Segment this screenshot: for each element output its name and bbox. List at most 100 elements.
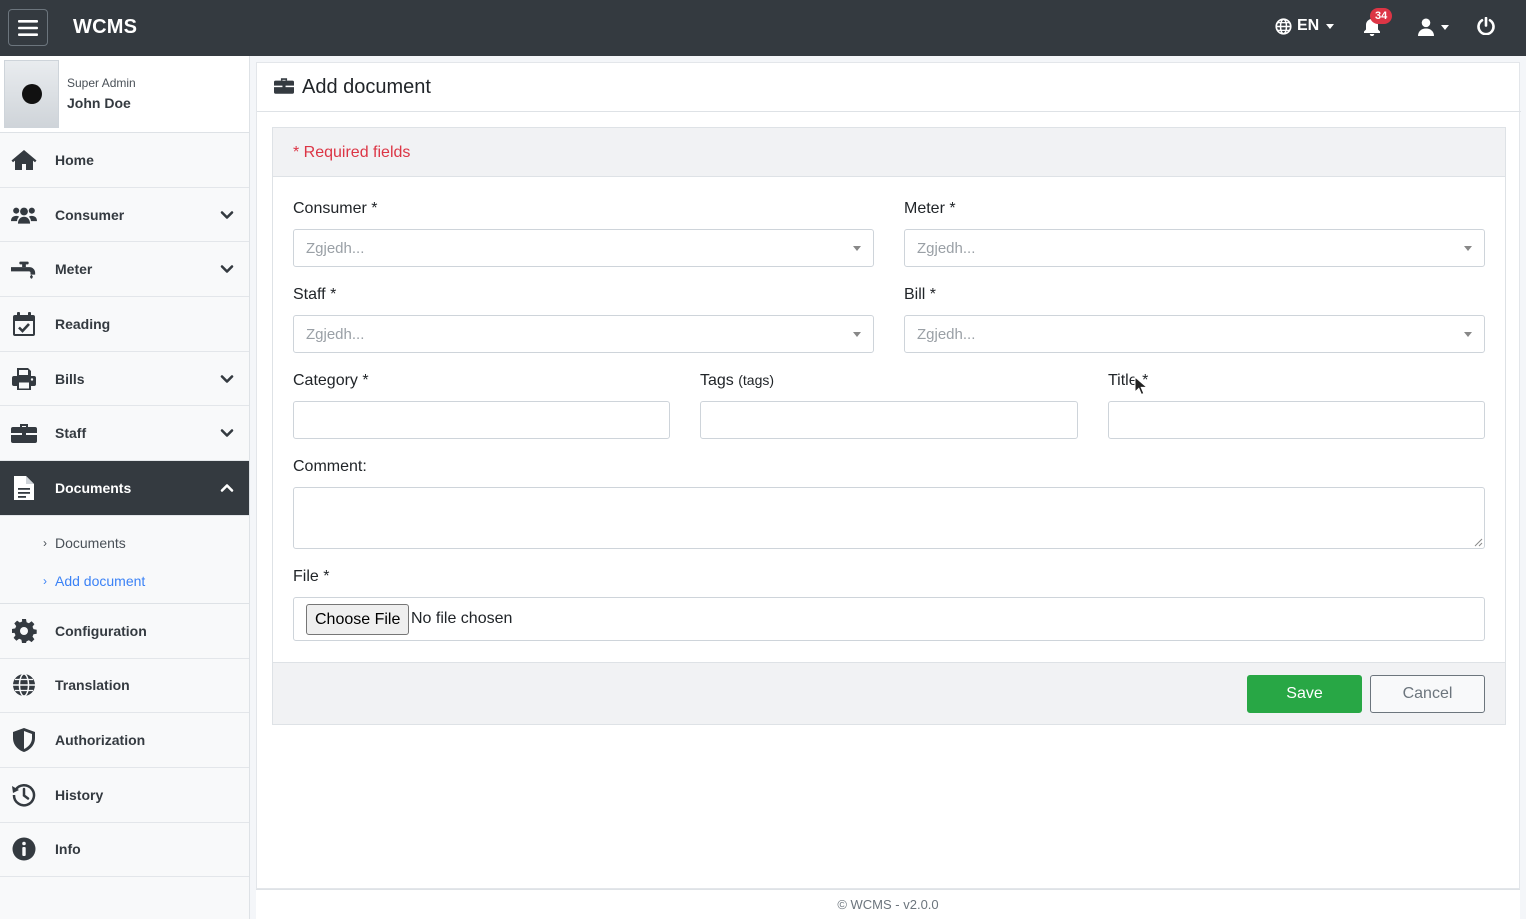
sidebar-item-label: History — [55, 786, 104, 803]
sidebar-item-label: Staff — [55, 425, 87, 442]
file-input[interactable]: Choose File No file chosen — [293, 597, 1485, 641]
tags-label-text: Tags — [700, 372, 734, 389]
bill-select-placeholder: Zgjedh... — [917, 326, 976, 343]
caret-down-icon — [1464, 246, 1472, 251]
top-navbar: WCMS EN 34 — [0, 0, 1526, 56]
file-icon — [14, 475, 34, 500]
sidebar-item-label: Documents — [55, 479, 132, 496]
power-icon — [1477, 16, 1495, 36]
globe-icon — [13, 673, 35, 698]
sidebar-item-label: Authorization — [55, 732, 146, 749]
sidebar-subitem-label: Documents — [55, 534, 126, 551]
choose-file-button[interactable]: Choose File — [306, 604, 410, 635]
hamburger-icon — [18, 19, 38, 36]
meter-select[interactable]: Zgjedh... — [904, 229, 1485, 267]
notification-count-badge: 34 — [1370, 8, 1393, 24]
comment-textarea[interactable] — [293, 487, 1485, 549]
sidebar-item-history[interactable]: History — [0, 768, 249, 823]
category-input[interactable] — [293, 401, 670, 439]
sidebar-item-label: Home — [55, 151, 94, 168]
sidebar-item-home[interactable]: Home — [0, 133, 249, 188]
info-icon — [12, 837, 36, 861]
staff-select[interactable]: Zgjedh... — [293, 315, 874, 353]
form-header: * Required fields — [273, 128, 1505, 177]
page-title: Add document — [302, 76, 431, 98]
resize-grip-icon[interactable] — [1474, 538, 1483, 547]
consumer-select[interactable]: Zgjedh... — [293, 229, 874, 267]
shield-icon — [13, 728, 35, 753]
chevron-right-icon: › — [43, 573, 47, 588]
sidebar-item-label: Translation — [55, 677, 130, 694]
sidebar-subitem-label: Add document — [55, 572, 146, 589]
user-menu-button[interactable] — [1418, 18, 1449, 36]
page-header: Add document — [257, 63, 1521, 112]
comment-label: Comment: — [293, 458, 367, 475]
sidebar-item-translation[interactable]: Translation — [0, 659, 249, 714]
sidebar-item-label: Bills — [55, 370, 85, 387]
sidebar-item-authorization[interactable]: Authorization — [0, 713, 249, 768]
language-selector[interactable]: EN — [1275, 17, 1335, 35]
chevron-down-icon — [220, 374, 234, 383]
sidebar-item-info[interactable]: Info — [0, 823, 249, 878]
save-button[interactable]: Save — [1247, 675, 1362, 713]
bill-label: Bill * — [904, 286, 937, 303]
brand-logo[interactable]: WCMS — [73, 16, 137, 39]
sidebar-item-documents[interactable]: Documents — [0, 461, 249, 516]
sidebar-item-label: Consumer — [55, 206, 125, 223]
required-fields-note: * Required fields — [293, 144, 411, 161]
title-input[interactable] — [1108, 401, 1485, 439]
sidebar-item-configuration[interactable]: Configuration — [0, 604, 249, 659]
avatar — [4, 60, 59, 128]
page-footer: © WCMS - v2.0.0 — [256, 889, 1520, 919]
caret-down-icon — [1464, 332, 1472, 337]
globe-icon — [1275, 17, 1292, 35]
staff-label: Staff * — [293, 286, 337, 303]
meter-label: Meter * — [904, 200, 956, 217]
chevron-down-icon — [1326, 23, 1335, 29]
category-label: Category * — [293, 372, 369, 389]
sidebar-item-bills[interactable]: Bills — [0, 352, 249, 407]
sidebar-item-reading[interactable]: Reading — [0, 297, 249, 352]
mouse-cursor-icon — [1134, 376, 1148, 396]
sidebar-subitem-documents[interactable]: › Documents — [0, 524, 249, 562]
tags-input[interactable] — [700, 401, 1078, 439]
file-label: File * — [293, 568, 330, 585]
briefcase-icon — [274, 78, 294, 94]
meter-select-placeholder: Zgjedh... — [917, 240, 976, 257]
user-icon — [1418, 18, 1434, 36]
sidebar-item-label: Reading — [55, 315, 111, 332]
chevron-right-icon: › — [43, 535, 47, 550]
sidebar-item-meter[interactable]: Meter — [0, 242, 249, 298]
user-panel: Super Admin John Doe — [0, 56, 249, 133]
form-footer: Save Cancel — [273, 662, 1505, 724]
chevron-down-icon — [220, 265, 234, 274]
sidebar-subitem-add-document[interactable]: › Add document — [0, 562, 249, 600]
caret-down-icon — [853, 332, 861, 337]
sidebar-item-staff[interactable]: Staff — [0, 406, 249, 462]
consumer-label: Consumer * — [293, 200, 378, 217]
tags-label: Tags (tags) — [700, 372, 774, 390]
sidebar-item-label: Meter — [55, 261, 93, 278]
chevron-up-icon — [220, 484, 234, 492]
menu-toggle-button[interactable] — [8, 9, 48, 46]
bill-select[interactable]: Zgjedh... — [904, 315, 1485, 353]
printer-icon — [12, 367, 36, 390]
language-label: EN — [1297, 17, 1320, 34]
user-role: Super Admin — [67, 76, 136, 90]
home-icon — [11, 149, 37, 170]
cancel-button[interactable]: Cancel — [1370, 675, 1485, 713]
gear-icon — [12, 618, 37, 643]
main-content: Add document * Required fields Consumer … — [256, 62, 1521, 889]
chevron-down-icon — [1441, 24, 1449, 30]
user-name: John Doe — [67, 95, 131, 111]
file-status-text: No file chosen — [411, 610, 513, 627]
chevron-down-icon — [220, 210, 234, 219]
sidebar-item-consumer[interactable]: Consumer — [0, 188, 249, 243]
caret-down-icon — [853, 246, 861, 251]
calendar-check-icon — [13, 311, 35, 336]
sidebar: Super Admin John Doe Home Consumer Meter… — [0, 56, 250, 919]
briefcase-icon — [11, 424, 37, 444]
logout-button[interactable] — [1477, 16, 1495, 40]
add-document-form: * Required fields Consumer * Zgjedh... M… — [272, 127, 1506, 725]
staff-select-placeholder: Zgjedh... — [306, 326, 365, 343]
